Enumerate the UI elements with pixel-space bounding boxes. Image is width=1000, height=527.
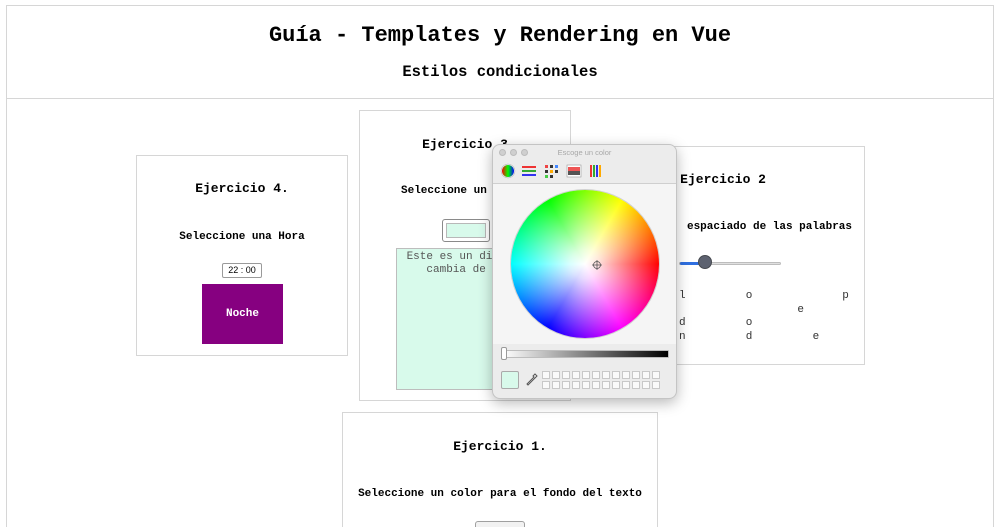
color-swatch [446,223,486,238]
ejercicio-1-color-input[interactable] [475,521,525,527]
color-sliders-icon[interactable] [521,163,537,179]
saved-swatch-slot[interactable] [622,371,630,379]
saved-swatch-slot[interactable] [652,381,660,389]
card-ejercicio-4: Ejercicio 4. Seleccione una Hora 22 : 00… [136,155,348,356]
ejercicio-1-title: Ejercicio 1. [453,439,547,454]
saved-swatch-slot[interactable] [602,381,610,389]
saved-swatch-slot[interactable] [642,381,650,389]
ejercicio-4-label: Seleccione una Hora [179,231,305,243]
picker-title: Escoge un color [557,148,612,157]
saved-swatch-slot[interactable] [612,371,620,379]
spaced-text-line: d o c o s [679,317,754,329]
current-color-swatch[interactable] [501,371,519,389]
ejercicio-1-label: Seleccione un color para el fondo del te… [358,488,642,500]
brightness-handle[interactable] [501,347,507,360]
saved-swatch-slot[interactable] [632,381,640,389]
saved-swatch-slot[interactable] [552,381,560,389]
saved-swatch-slot[interactable] [572,371,580,379]
page-title: Guía - Templates y Rendering en Vue [268,23,732,48]
color-wheel[interactable] [511,190,659,338]
brightness-slider[interactable] [502,350,669,358]
slider-thumb[interactable] [698,255,712,269]
saved-swatch-slot[interactable] [592,371,600,379]
time-result-box: Noche [202,284,283,344]
saved-swatch-slot[interactable] [562,381,570,389]
ejercicio-3-color-input[interactable] [442,219,490,242]
image-palettes-icon[interactable] [566,163,582,179]
ejercicio-4-title: Ejercicio 4. [195,181,289,196]
spaced-text-line: n d e n t e s [679,330,821,343]
saved-swatch-slot[interactable] [582,381,590,389]
saved-swatch-slot[interactable] [652,371,660,379]
page-header: Guía - Templates y Rendering en Vue Esti… [7,6,993,99]
saved-swatch-slot[interactable] [632,371,640,379]
color-picker-window[interactable]: Escoge un color [492,144,677,399]
crosshair-icon [592,260,602,270]
saved-swatch-slot[interactable] [642,371,650,379]
color-wheel-icon[interactable] [500,163,516,179]
saved-swatch-slot[interactable] [612,381,620,389]
slider-fill [680,262,700,265]
pencils-icon[interactable] [588,163,604,179]
saved-swatch-slot[interactable] [552,371,560,379]
picker-titlebar[interactable]: Escoge un color [493,145,676,160]
saved-swatch-slot[interactable] [582,371,590,379]
card-ejercicio-1: Ejercicio 1. Seleccione un color para el… [342,412,658,527]
time-input[interactable]: 22 : 00 [222,263,262,278]
word-spacing-slider[interactable] [679,262,781,265]
saved-swatch-slot[interactable] [562,371,570,379]
page-subtitle: Estilos condicionales [402,63,598,81]
saved-swatch-slot[interactable] [572,381,580,389]
spaced-text-line: l o p o c a [679,290,850,302]
saved-swatches [542,371,660,389]
eyedropper-icon[interactable] [526,373,538,387]
color-palettes-icon[interactable] [543,163,559,179]
saved-swatch-slot[interactable] [542,371,550,379]
saved-swatch-slot[interactable] [622,381,630,389]
spaced-text-line: e s t a m [797,303,806,316]
picker-toolbar [493,160,676,184]
spaced-text: l o p o c a e s t a m d o c o sn d e n t … [679,290,859,344]
color-wheel-area [493,184,676,344]
saved-swatch-slot[interactable] [602,371,610,379]
saved-swatch-slot[interactable] [592,381,600,389]
saved-swatch-slot[interactable] [542,381,550,389]
